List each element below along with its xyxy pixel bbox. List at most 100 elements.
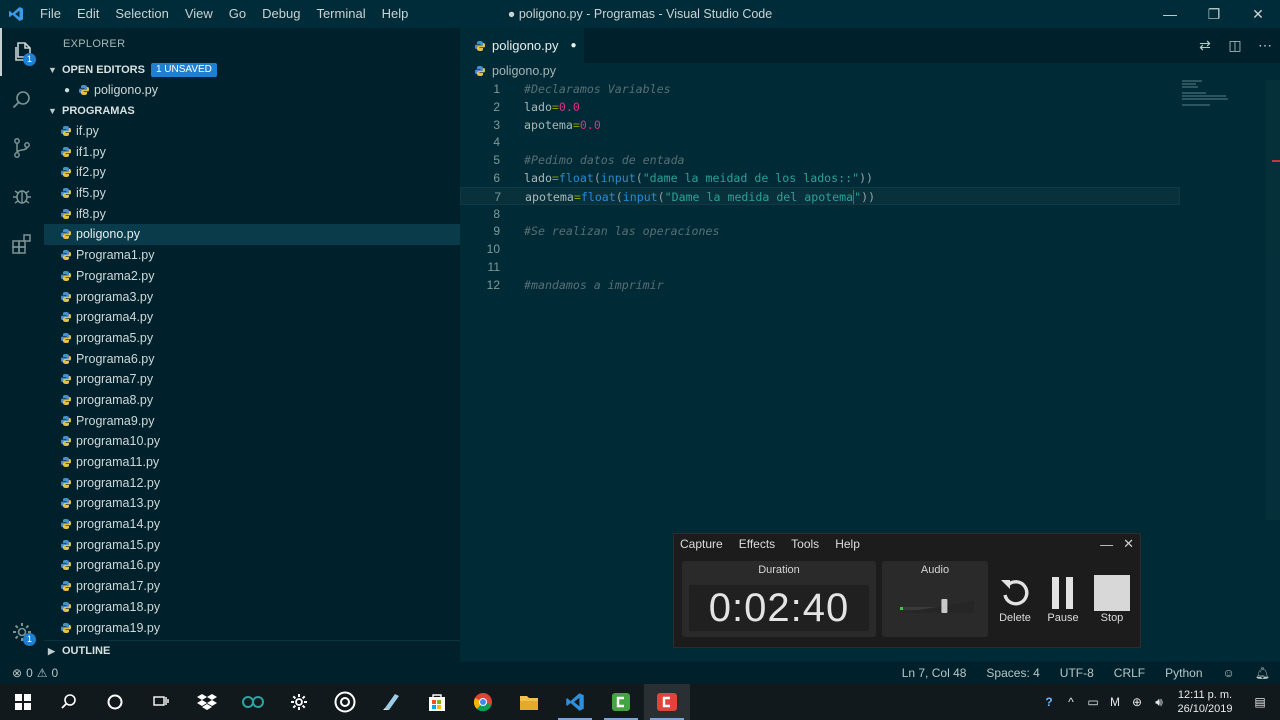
recorder-close-button[interactable]: ✕ — [1123, 536, 1134, 552]
minimap[interactable] — [1182, 80, 1232, 110]
audio-level-slider[interactable] — [882, 585, 988, 635]
file-item[interactable]: programa19.py — [44, 617, 460, 638]
menu-view[interactable]: View — [177, 0, 221, 28]
file-explorer-taskbar-button[interactable] — [506, 684, 552, 720]
file-item[interactable]: programa10.py — [44, 431, 460, 452]
settings-taskbar-button[interactable] — [276, 684, 322, 720]
cortana-button[interactable] — [92, 684, 138, 720]
restore-button[interactable]: ❐ — [1192, 0, 1236, 28]
file-item[interactable]: Programa1.py — [44, 245, 460, 266]
manage-activity[interactable]: 1 — [0, 608, 44, 656]
file-item[interactable]: Programa9.py — [44, 410, 460, 431]
dropbox-taskbar-button[interactable] — [184, 684, 230, 720]
encoding[interactable]: UTF-8 — [1060, 666, 1094, 680]
menu-help[interactable]: Help — [374, 0, 417, 28]
code-line[interactable]: 11 — [460, 258, 1180, 276]
language-mode[interactable]: Python — [1165, 666, 1202, 680]
file-item[interactable]: if2.py — [44, 162, 460, 183]
task-view-button[interactable] — [138, 684, 184, 720]
file-item[interactable]: programa12.py — [44, 472, 460, 493]
code-line[interactable]: 5 #Pedimo datos de entada — [460, 151, 1180, 169]
recorder-menu-capture[interactable]: Capture — [680, 537, 723, 551]
open-editor-item[interactable]: ● poligono.py — [44, 80, 460, 101]
file-item[interactable]: programa14.py — [44, 514, 460, 535]
recorder-minimize-button[interactable]: — — [1100, 537, 1113, 552]
recorder-menu-tools[interactable]: Tools — [791, 537, 819, 551]
clock[interactable]: 12:11 p. m. 26/10/2019 — [1170, 688, 1240, 716]
code-line[interactable]: 9 #Se realizan las operaciones — [460, 222, 1180, 240]
indentation[interactable]: Spaces: 4 — [986, 666, 1039, 680]
arduino-taskbar-button[interactable] — [230, 684, 276, 720]
code-line[interactable]: 6 lado=float(input("dame la meidad de los… — [460, 169, 1180, 187]
vertical-scrollbar[interactable] — [1266, 80, 1280, 520]
gmail-icon[interactable]: M — [1104, 695, 1126, 709]
menu-file[interactable]: File — [32, 0, 69, 28]
code-line[interactable]: 10 — [460, 240, 1180, 258]
split-editor-icon[interactable]: ◫ — [1220, 37, 1250, 54]
menu-go[interactable]: Go — [221, 0, 254, 28]
file-item[interactable]: if5.py — [44, 183, 460, 204]
cursor-position[interactable]: Ln 7, Col 48 — [902, 666, 967, 680]
file-item[interactable]: programa3.py — [44, 286, 460, 307]
search-activity[interactable] — [0, 76, 44, 124]
file-item[interactable]: programa17.py — [44, 576, 460, 597]
volume-icon[interactable]: 🔊︎ — [1148, 695, 1170, 710]
battery-icon[interactable]: ▭ — [1082, 695, 1104, 709]
file-item[interactable]: if1.py — [44, 141, 460, 162]
file-item[interactable]: programa15.py — [44, 534, 460, 555]
minimize-button[interactable]: — — [1148, 0, 1192, 28]
source-control-activity[interactable] — [0, 124, 44, 172]
extensions-activity[interactable] — [0, 220, 44, 268]
menu-selection[interactable]: Selection — [107, 0, 176, 28]
line-ending[interactable]: CRLF — [1114, 666, 1145, 680]
file-item[interactable]: programa13.py — [44, 493, 460, 514]
close-button[interactable]: ✕ — [1236, 0, 1280, 28]
outline-header[interactable]: ▶ OUTLINE — [44, 641, 460, 661]
code-line[interactable]: 7 apotema=float(input("Dame la medida del… — [460, 186, 1180, 205]
code-line[interactable]: 1 #Declaramos Variables — [460, 80, 1180, 98]
open-editors-header[interactable]: ▼ OPEN EDITORS 1 UNSAVED — [44, 60, 460, 80]
notifications-icon[interactable]: 🔔︎ — [1255, 666, 1270, 680]
problems-indicator[interactable]: ⊗ 0 ⚠ 0 — [12, 666, 58, 680]
file-item[interactable]: programa4.py — [44, 307, 460, 328]
dirty-dot-icon[interactable]: ● — [64, 85, 78, 96]
file-item[interactable]: programa11.py — [44, 452, 460, 473]
file-item[interactable]: poligono.py — [44, 224, 460, 245]
file-item[interactable]: if8.py — [44, 203, 460, 224]
file-item[interactable]: programa18.py — [44, 597, 460, 618]
recorder-menu-effects[interactable]: Effects — [739, 537, 775, 551]
more-actions-icon[interactable]: ⋯ — [1250, 37, 1280, 54]
menu-debug[interactable]: Debug — [254, 0, 308, 28]
file-item[interactable]: programa16.py — [44, 555, 460, 576]
menu-terminal[interactable]: Terminal — [308, 0, 373, 28]
compare-icon[interactable]: ⇄ — [1190, 37, 1220, 54]
recorder-menu-help[interactable]: Help — [835, 537, 860, 551]
chrome-taskbar-button[interactable] — [460, 684, 506, 720]
help-icon[interactable]: ? — [1038, 695, 1060, 709]
file-item[interactable]: programa5.py — [44, 328, 460, 349]
start-button[interactable] — [0, 684, 46, 720]
file-item[interactable]: programa7.py — [44, 369, 460, 390]
taskbar-search-button[interactable] — [46, 684, 92, 720]
file-item[interactable]: Programa6.py — [44, 348, 460, 369]
explorer-activity[interactable]: 1 — [0, 28, 44, 76]
code-line[interactable]: 12 #mandamos a imprimir — [460, 276, 1180, 294]
code-line[interactable]: 3 apotema=0.0 — [460, 116, 1180, 134]
network-icon[interactable]: ⊕ — [1126, 695, 1148, 709]
code-line[interactable]: 8 — [460, 205, 1180, 223]
dirty-indicator[interactable]: ● — [571, 40, 577, 51]
action-center-icon[interactable]: ▤ — [1240, 695, 1280, 709]
file-item[interactable]: if.py — [44, 121, 460, 142]
feedback-icon[interactable]: ☺ — [1223, 666, 1235, 680]
code-line[interactable]: 2 lado=0.0 — [460, 98, 1180, 116]
file-item[interactable]: Programa2.py — [44, 266, 460, 287]
breadcrumb[interactable]: poligono.py — [474, 62, 556, 80]
code-line[interactable]: 4 — [460, 133, 1180, 151]
stop-button[interactable]: Stop — [1087, 574, 1137, 624]
chevron-up-icon[interactable]: ^ — [1060, 695, 1082, 709]
tab-poligono[interactable]: poligono.py ● — [460, 28, 584, 63]
camtasia-taskbar-button[interactable] — [598, 684, 644, 720]
pause-button[interactable]: Pause — [1038, 574, 1088, 624]
store-taskbar-button[interactable] — [414, 684, 460, 720]
recorder-taskbar-button[interactable] — [644, 684, 690, 720]
